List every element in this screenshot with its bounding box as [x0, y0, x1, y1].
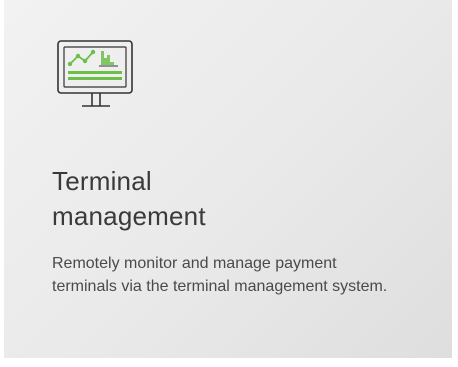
card-title-line-1: Terminal [52, 166, 152, 196]
card-title: Terminal management [52, 164, 412, 234]
monitor-chart-icon [52, 36, 140, 118]
card-description: Remotely monitor and manage payment term… [52, 255, 388, 295]
feature-card: Terminal management Remotely monitor and… [4, 0, 452, 358]
card-title-line-2: management [52, 201, 206, 231]
